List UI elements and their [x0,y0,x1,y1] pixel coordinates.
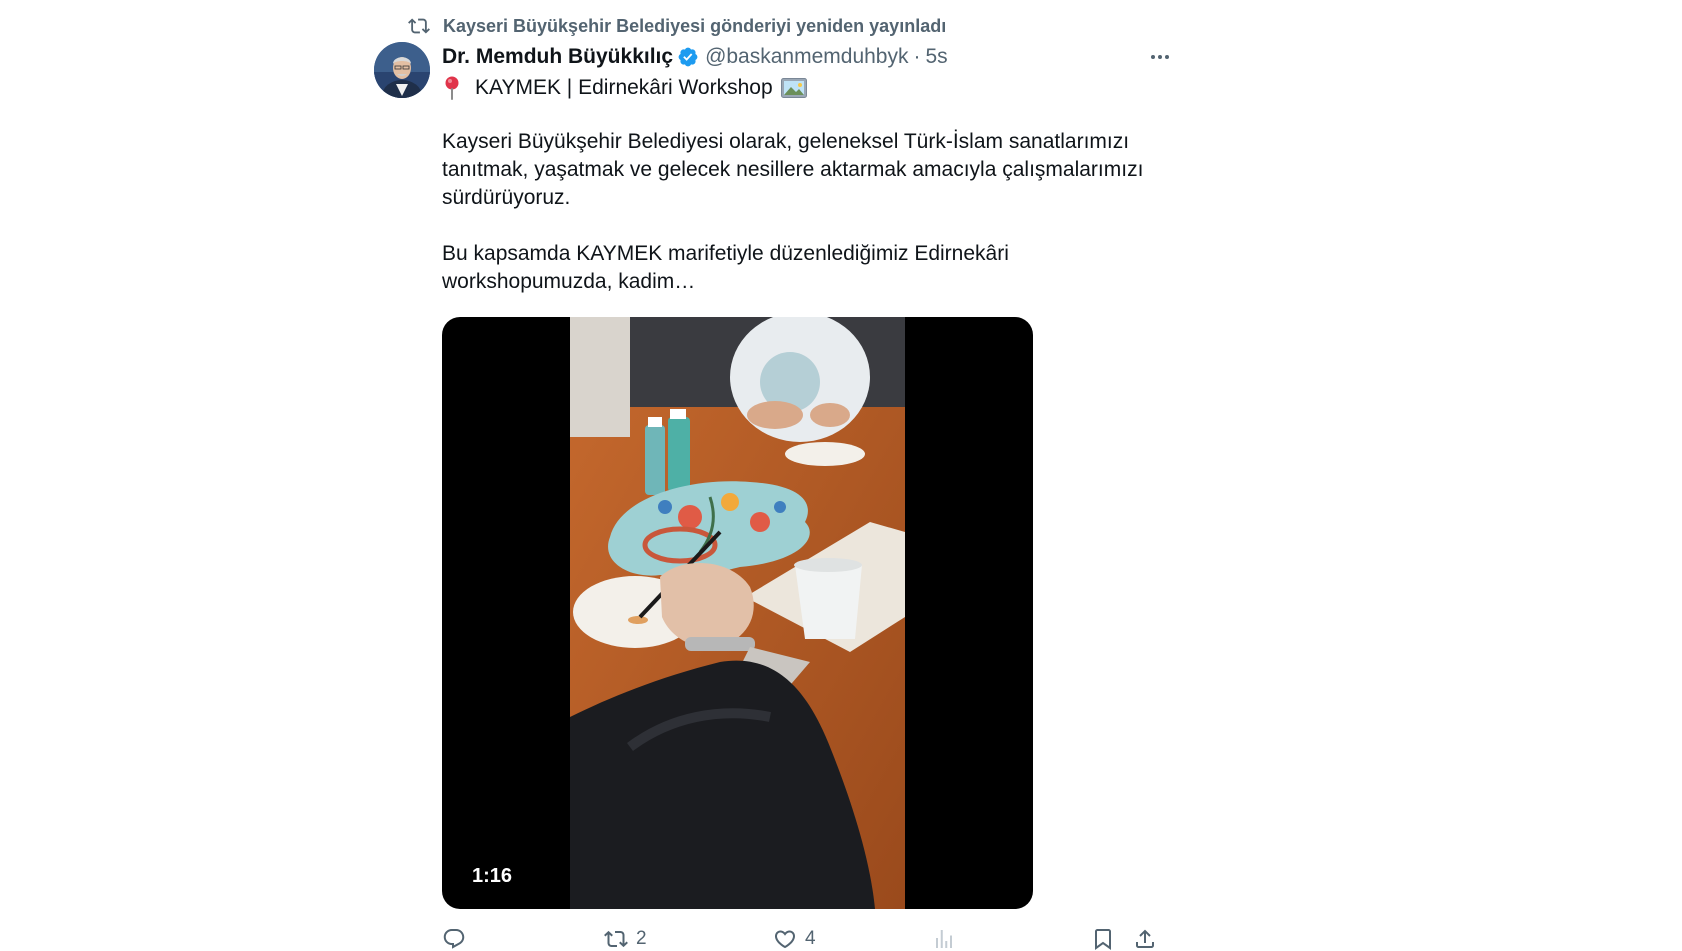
tweet-body: Kayseri Büyükşehir Belediyesi olarak, ge… [442,128,1182,324]
tweet-author-line: Dr. Memduh Büyükkılıç @baskanmemduhbyk ·… [442,42,948,72]
separator: · [913,45,921,68]
video-thumbnail [570,317,905,909]
repost-count: 2 [636,928,647,949]
share-icon [1133,927,1157,951]
views-chart-icon [932,927,956,951]
retweet-indicator[interactable]: Kayseri Büyükşehir Belediyesi gönderiyi … [408,14,946,38]
verified-badge-icon[interactable] [677,46,699,68]
like-button[interactable]: 4 [773,927,816,951]
views-button[interactable] [932,927,956,951]
tweet-paragraph-1: Kayseri Büyükşehir Belediyesi olarak, ge… [442,130,1144,209]
video-player[interactable]: 1:16 [442,317,1033,909]
handle[interactable]: @baskanmemduhbyk [705,45,908,69]
reply-button[interactable] [442,927,474,951]
share-button[interactable] [1133,927,1157,951]
like-count: 4 [805,928,816,949]
timestamp[interactable]: 5s [925,45,947,69]
bookmark-icon [1091,927,1115,951]
more-icon[interactable] [1145,44,1175,70]
avatar[interactable] [374,42,430,98]
retweet-icon [408,15,430,37]
bookmark-button[interactable] [1091,927,1115,951]
retweet-text: Kayseri Büyükşehir Belediyesi gönderiyi … [443,15,947,36]
video-duration: 1:16 [472,865,513,887]
display-name[interactable]: Dr. Memduh Büyükkılıç [442,45,673,69]
framed-picture-icon [780,78,807,98]
headline-text: KAYMEK | Edirnekâri Workshop [475,76,773,99]
tweet-paragraph-2[interactable]: Bu kapsamda KAYMEK marifetiyle düzenledi… [442,240,1182,296]
reply-icon [442,927,466,951]
heart-icon [773,927,797,951]
repost-button[interactable]: 2 [604,927,647,951]
tweet-headline: KAYMEK | Edirnekâri Workshop [442,72,807,104]
round-pushpin-icon [442,75,462,101]
retweet-icon [604,927,628,951]
